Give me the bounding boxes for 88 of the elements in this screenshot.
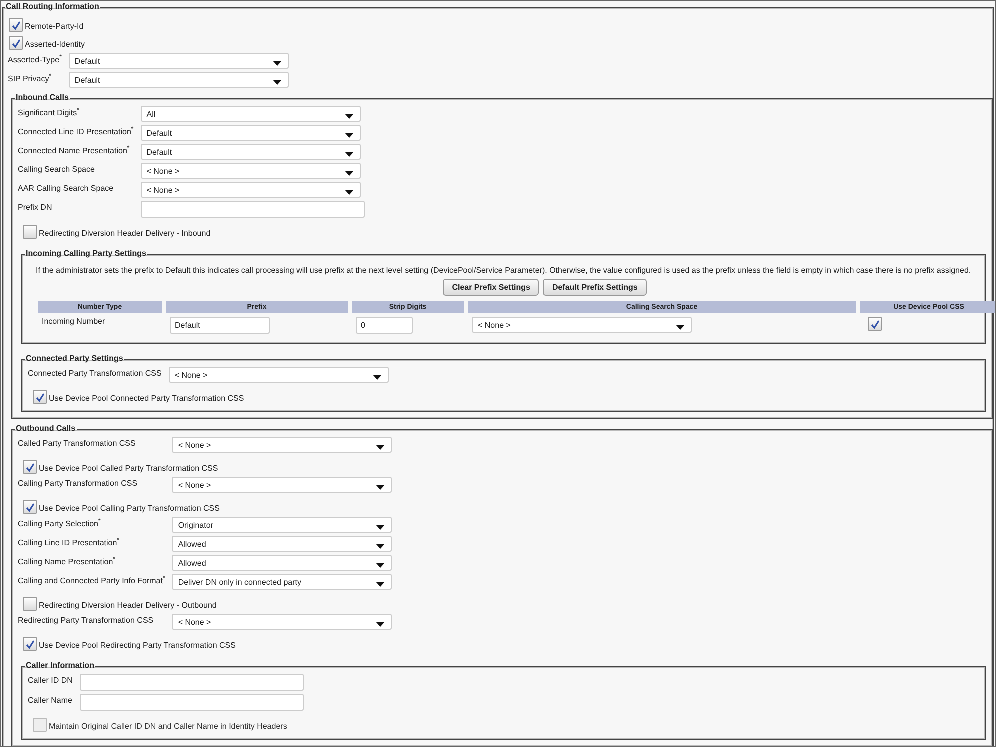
dropdown[interactable]: < None > bbox=[172, 437, 392, 453]
caret-icon bbox=[376, 544, 386, 549]
dropdown[interactable]: Default bbox=[68, 72, 289, 88]
section-title: Connected Party Settings bbox=[25, 354, 124, 364]
input-field[interactable] bbox=[140, 201, 365, 218]
section-title: Outbound Calls bbox=[15, 424, 77, 434]
field-label: Asserted-Type$^{*}$ bbox=[8, 54, 63, 65]
checkbox[interactable] bbox=[23, 225, 37, 239]
dropdown[interactable]: Default bbox=[140, 125, 361, 141]
field-label: Connected Party Transformation CSS bbox=[28, 368, 163, 378]
caret-icon bbox=[272, 80, 282, 85]
dropdown[interactable]: Originator bbox=[172, 517, 392, 533]
section-title: Incoming Calling Party Settings bbox=[25, 249, 148, 259]
input-field[interactable]: Default bbox=[170, 317, 270, 334]
caret-icon bbox=[376, 525, 386, 530]
checkbox-label: Asserted-Identity bbox=[25, 40, 86, 50]
checkbox-label: Remote-Party-Id bbox=[25, 22, 84, 32]
checkbox-label: Maintain Original Caller ID DN and Caller Name in Identity Headers bbox=[49, 722, 288, 732]
checkbox[interactable] bbox=[9, 36, 23, 50]
field-label: Calling and Connected Party Info Format$^{*}$ bbox=[18, 574, 166, 586]
checkbox[interactable] bbox=[23, 500, 37, 514]
caret-icon bbox=[376, 582, 386, 587]
field-label: Caller Name bbox=[28, 695, 74, 705]
caret-icon bbox=[272, 61, 282, 66]
checkbox[interactable] bbox=[868, 317, 882, 331]
field-label: Significant Digits$^{*}$ bbox=[18, 106, 80, 118]
caret-icon bbox=[376, 445, 386, 450]
check-icon bbox=[26, 462, 34, 472]
caret-icon bbox=[344, 152, 354, 157]
checkbox[interactable] bbox=[23, 637, 37, 651]
dropdown[interactable]: < None > bbox=[140, 163, 361, 179]
caret-icon bbox=[376, 622, 386, 627]
caret-icon bbox=[376, 563, 386, 568]
input-field[interactable]: 0 bbox=[356, 317, 413, 334]
checkbox[interactable] bbox=[23, 597, 37, 611]
input-field[interactable] bbox=[80, 674, 304, 691]
dropdown[interactable]: Allowed bbox=[172, 555, 392, 571]
check-icon bbox=[36, 392, 44, 402]
caret-icon bbox=[344, 190, 354, 195]
action-button[interactable]: Default Prefix Settings bbox=[543, 279, 647, 296]
dropdown[interactable]: Default bbox=[68, 53, 289, 69]
checkbox-label: Use Device Pool Redirecting Party Transformation CSS bbox=[39, 641, 236, 651]
dropdown[interactable]: < None > bbox=[172, 614, 392, 630]
checkbox[interactable] bbox=[33, 390, 47, 404]
field-label: Redirecting Party Transformation CSS bbox=[18, 615, 155, 625]
checkbox-label: Use Device Pool Called Party Transformation CSS bbox=[39, 464, 218, 474]
dropdown[interactable]: < None > bbox=[472, 317, 692, 333]
field-label: Called Party Transformation CSS bbox=[18, 438, 137, 448]
caret-icon bbox=[344, 133, 354, 138]
action-button[interactable]: Clear Prefix Settings bbox=[443, 279, 540, 296]
table-cell-text: Incoming Number bbox=[41, 316, 106, 328]
checkbox-label: Redirecting Diversion Header Delivery - Outbound bbox=[39, 601, 217, 611]
section-title: Inbound Calls bbox=[15, 93, 70, 103]
checkbox-label: Redirecting Diversion Header Delivery - Inbound bbox=[39, 229, 211, 239]
check-icon bbox=[26, 640, 34, 648]
caret-icon bbox=[372, 375, 382, 380]
dropdown[interactable]: < None > bbox=[140, 182, 361, 198]
checkbox-label: Use Device Pool Calling Party Transformation CSS bbox=[39, 504, 220, 514]
field-label: Calling Line ID Presentation$^{*}$ bbox=[18, 536, 121, 548]
field-label: SIP Privacy$^{*}$ bbox=[8, 73, 53, 84]
checkbox[interactable] bbox=[23, 460, 37, 474]
field-label: Calling Search Space bbox=[18, 164, 96, 174]
checkbox[interactable] bbox=[9, 18, 23, 32]
field-label: AAR Calling Search Space bbox=[18, 183, 115, 193]
section-title: Call Routing Information bbox=[5, 2, 100, 12]
field-label: Calling Party Selection$^{*}$ bbox=[18, 518, 102, 529]
caret-icon bbox=[344, 171, 354, 176]
section-title: Caller Information bbox=[25, 661, 96, 671]
field-label: Prefix DN bbox=[18, 202, 54, 212]
checkbox-label: Use Device Pool Connected Party Transformation CSS bbox=[49, 394, 244, 404]
caret-icon bbox=[676, 325, 685, 330]
caret-icon bbox=[344, 114, 354, 119]
field-label: Caller ID DN bbox=[28, 675, 74, 685]
field-label: Calling Party Transformation CSS bbox=[18, 478, 139, 488]
dropdown[interactable]: < None > bbox=[172, 477, 392, 493]
caret-icon bbox=[376, 485, 386, 490]
field-label: Connected Line ID Presentation$^{*}$ bbox=[18, 126, 135, 137]
field-label: Calling Name Presentation$^{*}$ bbox=[18, 556, 117, 567]
check-icon bbox=[870, 320, 880, 328]
dropdown[interactable]: < None > bbox=[168, 367, 389, 383]
dropdown[interactable]: All bbox=[140, 106, 361, 122]
dropdown[interactable]: Deliver DN only in connected party bbox=[172, 574, 392, 590]
dropdown[interactable]: Default bbox=[140, 144, 361, 160]
info-text: If the administrator sets the prefix to Default this indicates call processing will use prefix at the next level setting (DevicePool/Service Parameter). Otherwise, the value configured is used as the prefix unless the field is empty in which case there is no prefix assigned. bbox=[35, 265, 972, 275]
check-icon bbox=[26, 502, 34, 512]
dropdown[interactable]: Allowed bbox=[172, 536, 392, 552]
field-label: Connected Name Presentation$^{*}$ bbox=[18, 145, 131, 156]
input-field[interactable] bbox=[80, 694, 304, 711]
